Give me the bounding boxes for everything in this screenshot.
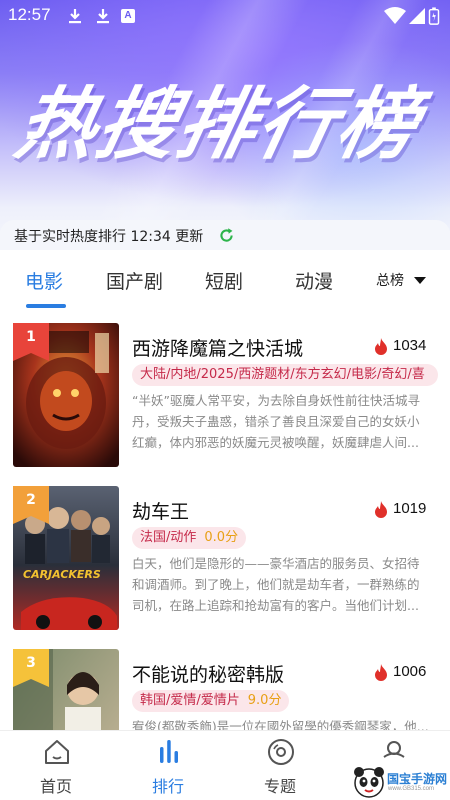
- item-title[interactable]: 劫车王: [132, 497, 189, 524]
- list-item[interactable]: 1 西游降魔篇之快活城 1034 大陆/内地/2025/西游题材/东方玄幻/电影…: [0, 315, 450, 475]
- home-icon: [45, 740, 69, 764]
- score: 0.0分: [204, 530, 239, 545]
- score: 9.0分: [247, 693, 282, 708]
- chevron-down-icon[interactable]: [414, 277, 426, 284]
- panda-logo-icon: [354, 767, 384, 798]
- tag-pill: 法国/动作 0.0分: [132, 527, 247, 549]
- fire-icon: [375, 664, 387, 681]
- fire-icon: [375, 338, 387, 355]
- ranking-bars-icon: [160, 740, 178, 763]
- update-bar: 基于实时热度排行 12:34 更新: [0, 220, 450, 250]
- item-description: “半妖”驱魔人常平安，为去除自身妖性前往快活城寻丹，受叛夫子蛊惑，错杀了善良且深…: [132, 393, 420, 450]
- signal-icon: [409, 8, 425, 24]
- item-description: 宥俊(都敬秀飾)是一位在國外留學的優秀鋼琴家，他...: [132, 719, 429, 730]
- site-watermark: 国宝手游网 www.GB315.com: [350, 765, 450, 800]
- item-title[interactable]: 西游降魔篇之快活城: [132, 334, 303, 361]
- rank-number: 1: [26, 329, 36, 345]
- item-description: 白天，他们是隐形的——豪华酒店的服务员、女招待和调酒师。到了晚上，他们就是劫车者…: [132, 556, 420, 613]
- tab-domestic-drama[interactable]: 国产剧: [106, 267, 163, 294]
- ranking-list: 1 西游降魔篇之快活城 1034 大陆/内地/2025/西游题材/东方玄幻/电影…: [0, 315, 450, 730]
- wifi-icon: [384, 7, 406, 24]
- status-time: 12:57: [8, 5, 51, 24]
- hero-banner: 12:57 A 热搜排行榜: [0, 0, 450, 245]
- item-title[interactable]: 不能说的秘密韩版: [132, 660, 284, 687]
- page-title-art: 热搜排行榜: [8, 75, 438, 175]
- rank-number: 2: [26, 492, 36, 508]
- download-icon: [97, 9, 109, 24]
- tab-anime[interactable]: 动漫: [295, 267, 333, 294]
- status-bar: 12:57 A: [0, 0, 450, 32]
- disc-icon: [268, 739, 294, 765]
- refresh-icon[interactable]: [218, 227, 235, 244]
- update-text: 基于实时热度排行 12:34 更新: [14, 229, 204, 245]
- page-title: 热搜排行榜: [8, 80, 428, 170]
- tab-short-drama[interactable]: 短剧: [205, 267, 243, 294]
- sim-a-icon: A: [121, 9, 135, 23]
- nav-ranking[interactable]: 排行: [123, 731, 213, 800]
- list-item[interactable]: 3 不能说的秘密韩版 1006 韩国/爱情/爱情片 9.0分 宥俊(都敬秀飾)是一…: [0, 641, 450, 730]
- svg-text:CARJACKERS: CARJACKERS: [23, 568, 101, 581]
- rank-badge: 3: [13, 649, 49, 687]
- category-tabs: 电影 国产剧 短剧 动漫 总榜: [0, 255, 450, 315]
- rank-number: 3: [26, 655, 36, 671]
- tab-movie[interactable]: 电影: [25, 267, 63, 294]
- battery-icon: [428, 7, 440, 25]
- list-item[interactable]: CARJACKERS 2 劫车王 1019 法国/动作 0.0分 白天，他们是隐形…: [0, 478, 450, 638]
- tag-pill: 韩国/爱情/爱情片 9.0分: [132, 690, 290, 712]
- user-icon: [383, 741, 405, 758]
- rank-badge: 1: [13, 323, 49, 361]
- active-tab-indicator: [26, 304, 66, 308]
- nav-home[interactable]: 首页: [11, 731, 101, 800]
- rank-badge: 2: [13, 486, 49, 524]
- fire-icon: [375, 501, 387, 518]
- sort-dropdown[interactable]: 总榜: [376, 270, 404, 290]
- nav-topics[interactable]: 专题: [235, 731, 325, 800]
- tag-pill: 大陆/内地/2025/西游题材/东方玄幻/电影/奇幻/喜: [132, 364, 438, 386]
- download-icon: [69, 9, 81, 24]
